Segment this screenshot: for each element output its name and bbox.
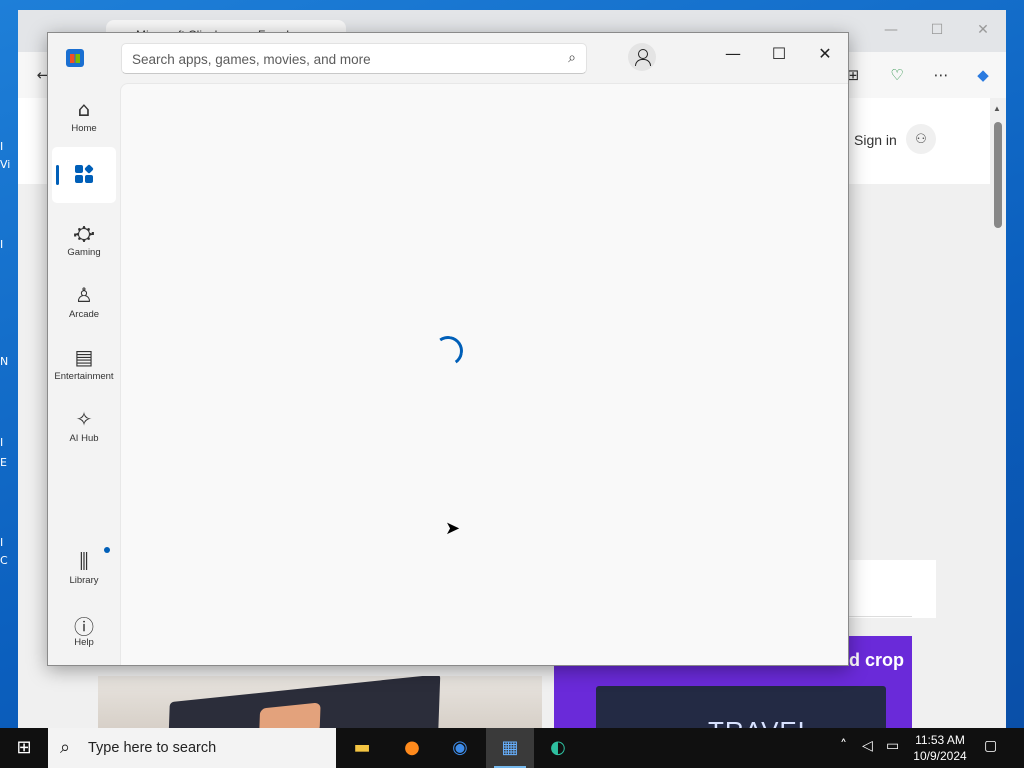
scroll-up-icon[interactable]: ▲ xyxy=(993,104,1001,113)
scrollbar-thumb[interactable] xyxy=(994,122,1002,228)
clapperboard-icon: ▤ xyxy=(74,345,94,369)
maximize-icon[interactable]: ☐ xyxy=(922,22,952,42)
signin-link[interactable]: Sign in xyxy=(854,132,897,148)
minimize-icon[interactable]: — xyxy=(876,22,906,42)
chevron-up-icon[interactable]: ˄ xyxy=(840,738,847,754)
notification-dot xyxy=(104,547,110,553)
desktop-icon-label[interactable]: N xyxy=(0,355,18,368)
chrome-icon[interactable]: ◉ xyxy=(436,728,484,768)
volume-muted-icon[interactable]: ◁ xyxy=(862,738,873,754)
nav-item-ai-hub[interactable]: ✧ AI Hub xyxy=(52,399,116,455)
desktop-icon-label[interactable]: Vi xyxy=(0,158,18,171)
profile-icon[interactable] xyxy=(628,43,656,71)
store-sidebar: ⌂ Home ⛮ Gaming ♙ Arcade ▤ Entertainment… xyxy=(48,83,120,665)
minimize-icon[interactable]: — xyxy=(710,39,756,69)
desktop-icon-label[interactable]: I xyxy=(0,238,18,251)
nav-label: Entertainment xyxy=(54,371,114,382)
nav-label: Gaming xyxy=(67,247,101,258)
help-icon: ⓘ xyxy=(74,615,94,639)
sparkle-icon: ✧ xyxy=(75,407,93,431)
clock-time: 11:53 AM xyxy=(915,733,965,747)
windows-start-icon[interactable]: ⊞ xyxy=(0,728,48,768)
nav-label: AI Hub xyxy=(69,433,99,444)
search-icon[interactable]: ⌕ xyxy=(568,50,576,66)
laptop-screen xyxy=(259,702,321,728)
nav-item-arcade[interactable]: ♙ Arcade xyxy=(52,275,116,331)
store-logo-icon xyxy=(66,49,84,67)
microsoft-store-window: Search apps, games, movies, and more ⌕ —… xyxy=(47,32,849,666)
loading-spinner xyxy=(430,333,466,369)
laptop-image xyxy=(167,676,441,728)
desktop-icon-label[interactable]: I xyxy=(0,140,18,153)
promo-caption: d crop xyxy=(848,650,904,670)
copilot-icon[interactable]: ◆ xyxy=(972,66,994,88)
search-icon: ⌕ xyxy=(60,737,71,758)
file-explorer-icon[interactable]: ▬ xyxy=(338,728,386,768)
add-user-icon[interactable]: ⚇ xyxy=(906,124,936,154)
store-content-area: ➤ xyxy=(120,83,848,665)
mouse-cursor-icon: ➤ xyxy=(445,518,461,539)
desktop-icon-label[interactable]: E xyxy=(0,456,18,469)
nav-label: Library xyxy=(69,575,99,586)
nav-item-home[interactable]: ⌂ Home xyxy=(52,89,116,145)
nav-item-entertainment[interactable]: ▤ Entertainment xyxy=(52,337,116,393)
nav-label: Help xyxy=(74,637,94,648)
nav-label: Home xyxy=(71,123,97,134)
close-icon[interactable]: ✕ xyxy=(802,39,848,69)
edge-icon[interactable]: ◐ xyxy=(534,728,582,768)
nav-item-help[interactable]: ⓘ Help xyxy=(52,603,116,659)
firefox-icon[interactable]: ● xyxy=(388,728,436,768)
browser-essentials-icon[interactable]: ♡ xyxy=(886,66,908,88)
microsoft-store-icon[interactable]: ▦ xyxy=(486,728,534,768)
nav-item-gaming[interactable]: ⛮ Gaming xyxy=(52,213,116,269)
nav-item-library[interactable]: ⫼ Library xyxy=(52,541,116,597)
taskbar-search-text: Type here to search xyxy=(88,740,217,756)
system-clock[interactable]: 11:53 AM 10/9/2024 xyxy=(906,732,974,764)
network-icon[interactable]: ▭ xyxy=(886,738,899,754)
more-icon[interactable]: ⋯ xyxy=(930,66,952,88)
apps-icon xyxy=(75,164,94,183)
desktop-icon-label[interactable]: I xyxy=(0,436,18,449)
maximize-icon[interactable]: ☐ xyxy=(756,39,802,69)
active-indicator xyxy=(56,165,59,185)
browser-scrollbar[interactable]: ▲ xyxy=(990,98,1006,728)
search-placeholder: Search apps, games, movies, and more xyxy=(132,52,371,67)
gamepad-icon: ⛮ xyxy=(73,221,95,245)
promo-travel-text: TRAVEL xyxy=(708,716,813,728)
clock-date: 10/9/2024 xyxy=(913,749,967,763)
promo-image-laptop[interactable] xyxy=(98,676,542,728)
taskbar-search-box[interactable]: ⌕ Type here to search xyxy=(48,728,336,768)
desktop-icon-label[interactable]: I xyxy=(0,536,18,549)
nav-label: Arcade xyxy=(68,309,100,320)
taskbar: ⊞ ⌕ Type here to search ▬ ● ◉ ▦ ◐ ˄ ◁ ▭ … xyxy=(0,728,1024,768)
notifications-icon[interactable]: ▢ xyxy=(984,738,997,754)
search-input[interactable]: Search apps, games, movies, and more ⌕ xyxy=(121,43,587,74)
store-title-bar: Search apps, games, movies, and more ⌕ —… xyxy=(48,33,848,83)
joystick-icon: ♙ xyxy=(75,283,93,307)
nav-item-apps[interactable] xyxy=(52,147,116,203)
close-icon[interactable]: ✕ xyxy=(968,22,998,42)
home-icon: ⌂ xyxy=(77,97,91,121)
desktop-icon-label[interactable]: C xyxy=(0,554,18,567)
